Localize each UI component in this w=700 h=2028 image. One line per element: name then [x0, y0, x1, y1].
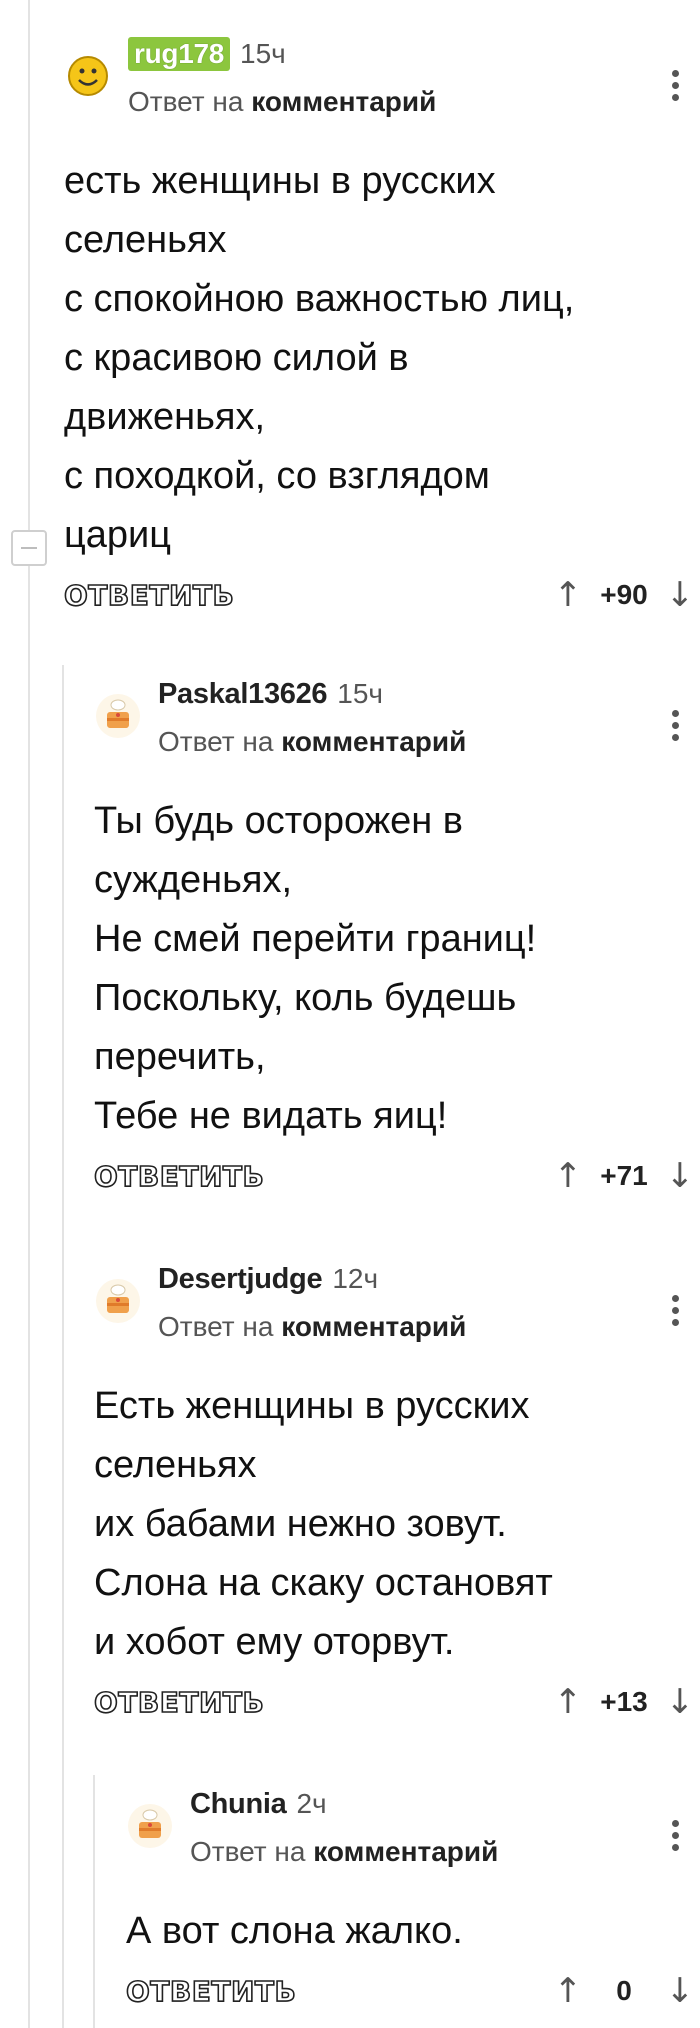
- comment-actions: ОТВЕТИТЬ ↑ +13 ↓: [93, 1672, 700, 1736]
- reply-to: Ответ на комментарий: [128, 86, 436, 118]
- comment-line: Тебе не видать яиц!: [94, 1095, 448, 1137]
- thread-line-level-0: [28, 0, 30, 2028]
- username[interactable]: Desertjudge: [158, 1263, 323, 1296]
- comment-actions: ОТВЕТИТЬ ↑ +71 ↓: [93, 1146, 700, 1210]
- comment-line: цариц: [64, 514, 172, 556]
- vote-controls: ↑ 0 ↓: [548, 1971, 700, 2011]
- comment-line: сужденьях,: [94, 859, 293, 901]
- timestamp: 15ч: [337, 678, 383, 709]
- reply-button[interactable]: ОТВЕТИТЬ: [93, 1159, 264, 1194]
- arrow-up-icon[interactable]: ↑: [548, 575, 588, 615]
- arrow-down-icon[interactable]: ↓: [660, 575, 700, 615]
- comment-body: есть женщины в русских селеньях с спокой…: [64, 140, 700, 565]
- arrow-up-icon[interactable]: ↑: [548, 1971, 588, 2011]
- username[interactable]: Paskal13626: [158, 678, 328, 711]
- comment-line: перечить,: [94, 1036, 266, 1078]
- comment-line: движеньях,: [64, 396, 266, 438]
- more-vertical-icon[interactable]: [670, 70, 680, 104]
- comment-line: их бабами нежно зовут.: [94, 1503, 507, 1545]
- vote-controls: ↑ +13 ↓: [548, 1682, 700, 1722]
- comment-line: Не смей перейти границ!: [94, 918, 537, 960]
- reply-to-link[interactable]: комментарий: [281, 1311, 466, 1342]
- comment-header: Chunia 2ч Ответ на комментарий: [126, 1780, 700, 1890]
- reply-to-link[interactable]: комментарий: [313, 1836, 498, 1867]
- username[interactable]: Chunia: [190, 1788, 287, 1821]
- comment: Paskal13626 15ч Ответ на комментарий Ты …: [93, 670, 700, 1210]
- comment-header: Paskal13626 15ч Ответ на комментарий: [94, 670, 700, 780]
- rating-value: +13: [600, 1686, 648, 1717]
- comment-meta: rug178 15ч Ответ на комментарий: [128, 30, 436, 118]
- reply-button[interactable]: ОТВЕТИТЬ: [93, 1685, 264, 1720]
- reply-to-prefix: Ответ на: [158, 1311, 274, 1342]
- vote-controls: ↑ +90 ↓: [548, 575, 700, 615]
- arrow-down-icon[interactable]: ↓: [660, 1682, 700, 1722]
- chef-cake-avatar-icon[interactable]: [126, 1802, 174, 1850]
- comment-meta: Desertjudge 12ч Ответ на комментарий: [158, 1255, 466, 1343]
- comment: Desertjudge 12ч Ответ на комментарий Ест…: [93, 1255, 700, 1736]
- more-vertical-icon[interactable]: [670, 1295, 680, 1329]
- reply-button[interactable]: ОТВЕТИТЬ: [63, 578, 234, 613]
- comment-line: Слона на скаку остановят: [94, 1562, 553, 1604]
- username[interactable]: rug178: [128, 37, 231, 71]
- comment-header: rug178 15ч Ответ на комментарий: [64, 30, 700, 140]
- comment-actions: ОТВЕТИТЬ ↑ 0 ↓: [125, 1961, 700, 2025]
- thread-line-level-2: [93, 1775, 95, 2028]
- reply-to: Ответ на комментарий: [158, 1311, 466, 1343]
- reply-to: Ответ на комментарий: [190, 1836, 498, 1868]
- comment: rug178 15ч Ответ на комментарий есть жен…: [63, 30, 700, 629]
- comment-line: с походкой, со взглядом: [64, 455, 490, 497]
- rating-value: +90: [600, 579, 648, 610]
- reply-to: Ответ на комментарий: [158, 726, 466, 758]
- comment-body: Есть женщины в русских селеньях их бабам…: [94, 1365, 700, 1672]
- timestamp: 12ч: [332, 1263, 379, 1294]
- arrow-up-icon[interactable]: ↑: [548, 1156, 588, 1196]
- comment-line: А вот слона жалко.: [126, 1910, 463, 1952]
- comment-body: А вот слона жалко.: [126, 1890, 700, 1961]
- rating-value: 0: [616, 1975, 632, 2006]
- timestamp: 15ч: [240, 38, 286, 69]
- comment-line: селеньях: [94, 1444, 257, 1486]
- collapse-minus-icon[interactable]: [11, 530, 47, 566]
- comment-line: Есть женщины в русских: [94, 1385, 530, 1427]
- comment-body: Ты будь осторожен в сужденьях, Не смей п…: [94, 780, 700, 1146]
- comment-line: есть женщины в русских: [64, 160, 496, 202]
- comment-line: с спокойною важностью лиц,: [64, 278, 575, 320]
- reply-to-link[interactable]: комментарий: [251, 86, 436, 117]
- comment-header: Desertjudge 12ч Ответ на комментарий: [94, 1255, 700, 1365]
- comment-line: селеньях: [64, 219, 227, 261]
- reply-to-link[interactable]: комментарий: [281, 726, 466, 757]
- chef-cake-avatar-icon[interactable]: [94, 1277, 142, 1325]
- reply-to-prefix: Ответ на: [158, 726, 274, 757]
- comment-line: Поскольку, коль будешь: [94, 977, 517, 1019]
- more-vertical-icon[interactable]: [670, 710, 680, 744]
- arrow-up-icon[interactable]: ↑: [548, 1682, 588, 1722]
- comment-line: с красивою силой в: [64, 337, 409, 379]
- comment-meta: Chunia 2ч Ответ на комментарий: [190, 1780, 498, 1868]
- comment-actions: ОТВЕТИТЬ ↑ +90 ↓: [63, 565, 700, 629]
- comment: Chunia 2ч Ответ на комментарий А вот сло…: [125, 1780, 700, 2025]
- more-vertical-icon[interactable]: [670, 1820, 680, 1854]
- reply-to-prefix: Ответ на: [190, 1836, 306, 1867]
- reply-button[interactable]: ОТВЕТИТЬ: [125, 1974, 296, 2009]
- thread-line-level-1: [62, 665, 64, 2028]
- vote-controls: ↑ +71 ↓: [548, 1156, 700, 1196]
- comment-line: Ты будь осторожен в: [94, 800, 463, 842]
- reply-to-prefix: Ответ на: [128, 86, 244, 117]
- rating-value: +71: [600, 1160, 648, 1191]
- smiley-avatar-icon[interactable]: [64, 52, 112, 100]
- arrow-down-icon[interactable]: ↓: [660, 1971, 700, 2011]
- comment-line: и хобот ему оторвут.: [94, 1621, 455, 1663]
- arrow-down-icon[interactable]: ↓: [660, 1156, 700, 1196]
- comment-meta: Paskal13626 15ч Ответ на комментарий: [158, 670, 466, 758]
- timestamp: 2ч: [296, 1788, 327, 1819]
- chef-cake-avatar-icon[interactable]: [94, 692, 142, 740]
